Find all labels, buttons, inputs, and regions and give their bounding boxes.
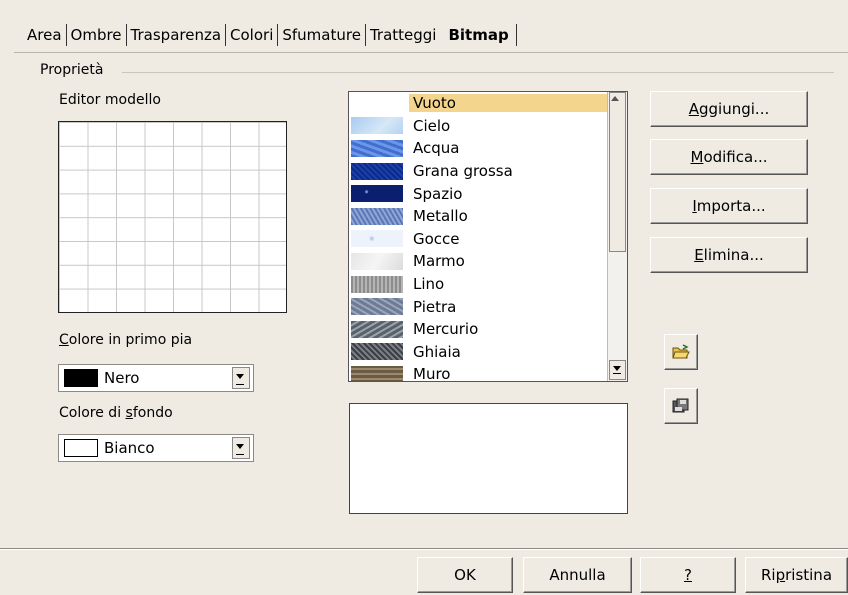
dropdown-arrow-icon[interactable]: [232, 367, 250, 389]
modify-button[interactable]: Modifica...: [650, 139, 808, 175]
list-scrollbar-thumb[interactable]: [609, 92, 626, 252]
list-item[interactable]: Lino: [351, 273, 448, 296]
reset-button[interactable]: Ri p ristina: [745, 557, 848, 593]
bitmap-preview: [349, 403, 628, 514]
bitmap-thumbnail: [351, 207, 403, 225]
help-button[interactable]: ?: [640, 557, 736, 593]
tab-ombre[interactable]: Ombre: [68, 26, 125, 44]
foreground-color-value: Nero: [104, 369, 140, 387]
bitmap-list[interactable]: Vuoto Cielo Acqua Grana grossa Spazio Me…: [348, 91, 628, 382]
background-color-swatch: [64, 439, 98, 457]
list-item[interactable]: Ghiaia: [351, 341, 465, 364]
tab-bar: Area Ombre Trasparenza Colori Sfumature …: [24, 18, 518, 52]
tab-separator: [515, 24, 517, 46]
bitmap-thumbnail: [351, 94, 403, 112]
bitmap-thumbnail: [351, 320, 403, 338]
tab-separator: [364, 24, 366, 46]
list-item[interactable]: Muro: [351, 363, 454, 381]
bitmap-thumbnail: [351, 185, 403, 203]
list-item[interactable]: Pietra: [351, 295, 460, 318]
bitmap-thumbnail: [351, 365, 403, 381]
bitmap-thumbnail: [351, 162, 403, 180]
open-button[interactable]: [664, 334, 698, 370]
save-button[interactable]: [664, 388, 698, 424]
open-folder-icon: [672, 344, 690, 359]
tab-bitmap[interactable]: Bitmap: [445, 26, 511, 44]
foreground-color-select[interactable]: Nero: [58, 364, 254, 392]
import-button[interactable]: Importa...: [650, 188, 808, 224]
background-color-select[interactable]: Bianco: [58, 434, 254, 462]
list-item[interactable]: Cielo: [351, 115, 454, 138]
tab-divider: [14, 52, 848, 53]
save-icon: [672, 398, 689, 413]
tab-separator: [277, 24, 279, 46]
tab-separator: [125, 24, 127, 46]
foreground-color-swatch: [64, 369, 98, 387]
list-item[interactable]: Vuoto: [351, 92, 615, 115]
bitmap-thumbnail: [351, 298, 403, 316]
tab-area[interactable]: Area: [24, 26, 65, 44]
delete-button[interactable]: Elimina...: [650, 237, 808, 273]
dropdown-arrow-icon[interactable]: [232, 437, 250, 459]
bitmap-thumbnail: [351, 275, 403, 293]
tab-tratteggi[interactable]: Tratteggi: [367, 26, 440, 44]
pattern-editor-label: Editor modello: [59, 92, 161, 108]
tab-separator: [65, 24, 67, 46]
foreground-color-label: Colore in primo pia: [59, 332, 193, 348]
scroll-down-icon: [613, 366, 621, 371]
background-color-value: Bianco: [104, 439, 155, 457]
tab-separator: [225, 24, 227, 46]
group-label-properties: Proprietà: [40, 62, 104, 78]
footer-divider-highlight: [0, 549, 848, 550]
scroll-up-icon[interactable]: [611, 96, 619, 101]
tab-trasparenza[interactable]: Trasparenza: [128, 26, 224, 44]
group-divider: [122, 72, 834, 73]
pattern-editor-grid[interactable]: [58, 121, 287, 313]
bitmap-thumbnail: [351, 230, 403, 248]
bitmap-thumbnail: [351, 343, 403, 361]
tab-colori[interactable]: Colori: [227, 26, 276, 44]
list-item[interactable]: Metallo: [351, 205, 472, 228]
background-color-label: Colore di sfondo: [59, 405, 173, 421]
list-item[interactable]: Marmo: [351, 250, 469, 273]
list-item[interactable]: Mercurio: [351, 318, 482, 341]
scroll-down-icon-bar: [613, 373, 621, 374]
ok-button[interactable]: OK: [417, 557, 513, 593]
add-button[interactable]: Aggiungi...: [650, 91, 808, 127]
bitmap-thumbnail: [351, 139, 403, 157]
bitmap-thumbnail: [351, 252, 403, 270]
list-item[interactable]: Acqua: [351, 137, 463, 160]
bitmap-thumbnail: [351, 117, 403, 135]
list-item[interactable]: Spazio: [351, 182, 466, 205]
cancel-button[interactable]: Annulla: [523, 557, 632, 593]
tab-sfumature[interactable]: Sfumature: [279, 26, 364, 44]
list-item[interactable]: Grana grossa: [351, 160, 517, 183]
list-item[interactable]: Gocce: [351, 228, 464, 251]
